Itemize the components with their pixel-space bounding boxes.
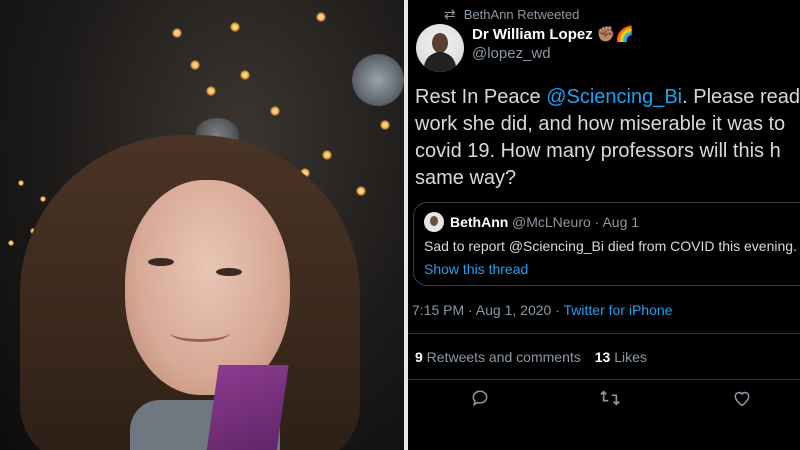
avatar-body: [424, 52, 456, 72]
left-eye: [148, 258, 174, 266]
right-eye: [216, 268, 242, 276]
tweet-prefix: Rest In Peace: [415, 86, 547, 108]
tweet-panel: ⇄ BethAnn Retweeted Dr William Lopez ✊🏽🌈 …: [408, 0, 800, 450]
lantern-light: [206, 86, 216, 96]
avatar-head: [432, 33, 448, 53]
lantern-light: [172, 28, 182, 38]
author-name[interactable]: Dr William Lopez ✊🏽🌈: [472, 25, 634, 43]
likes-label: Likes: [610, 349, 647, 365]
likes-stat[interactable]: 13 Likes: [595, 349, 647, 365]
tweet-line-1: Rest In Peace @Sciencing_Bi. Please read: [415, 84, 800, 111]
tweet-line-3: covid 19. How many professors will this …: [415, 140, 781, 162]
retweets-label: Retweets and comments: [422, 349, 581, 365]
show-thread-link[interactable]: Show this thread: [424, 261, 528, 277]
tweet-time-date[interactable]: 7:15 PM · Aug 1, 2020 ·: [412, 302, 564, 318]
divider-line: [408, 379, 800, 380]
retweet-header-text[interactable]: BethAnn Retweeted: [464, 7, 580, 22]
retweets-stat[interactable]: 9 Retweets and comments: [415, 349, 581, 365]
tweet-line-4: same way?: [415, 167, 517, 189]
heart-icon[interactable]: [732, 388, 752, 414]
likes-count: 13: [594, 349, 611, 365]
face: [125, 180, 290, 395]
screenshot-frame: ⇄ BethAnn Retweeted Dr William Lopez ✊🏽🌈 …: [0, 0, 800, 450]
lantern-light: [240, 70, 250, 80]
tweet-line-2: work she did, and how miserable it was t…: [415, 113, 786, 135]
quoted-avatar: [424, 212, 444, 232]
retweet-icon[interactable]: [599, 388, 621, 414]
stained-window: [352, 54, 404, 106]
quoted-tweet[interactable]: BethAnn @McLNeuro · Aug 1 Sad to report …: [413, 202, 800, 286]
tweet-actions: [408, 388, 800, 418]
lantern-light: [316, 12, 326, 22]
quoted-handle-date: @McLNeuro · Aug 1: [512, 214, 640, 230]
profile-photo: [0, 0, 404, 450]
quoted-author-name: BethAnn: [450, 214, 509, 230]
retweet-header: ⇄ BethAnn Retweeted: [444, 6, 579, 23]
author-handle[interactable]: @lopez_wd: [472, 45, 551, 62]
quoted-text: Sad to report @Sciencing_Bi died from CO…: [424, 238, 797, 254]
smile: [170, 323, 230, 342]
scarf: [205, 365, 289, 450]
tweet-stats: 9 Retweets and comments 13 Likes: [415, 349, 647, 365]
reply-icon[interactable]: [470, 388, 490, 414]
tweet-meta: 7:15 PM · Aug 1, 2020 · Twitter for iPho…: [412, 302, 672, 318]
divider-line: [408, 333, 800, 334]
lantern-light: [230, 22, 240, 32]
author-emoji: ✊🏽🌈: [596, 26, 635, 43]
author-name-text[interactable]: Dr William Lopez: [472, 26, 593, 43]
lantern-light: [270, 106, 280, 116]
tweet-line-1-rest: . Please read: [682, 86, 800, 108]
lantern-light: [18, 180, 24, 186]
lantern-light: [190, 60, 200, 70]
avatar[interactable]: [416, 24, 464, 72]
lantern-light: [8, 240, 14, 246]
mention-link[interactable]: @Sciencing_Bi: [546, 86, 682, 108]
lantern-light: [322, 150, 332, 160]
retweet-icon: ⇄: [444, 6, 456, 22]
tweet-source-link[interactable]: Twitter for iPhone: [564, 302, 673, 318]
lantern-light: [380, 120, 390, 130]
retweets-count: 9: [415, 349, 423, 365]
lantern-light: [40, 196, 46, 202]
lantern-light: [356, 186, 366, 196]
tweet-text: Rest In Peace @Sciencing_Bi. Please read…: [415, 84, 800, 192]
